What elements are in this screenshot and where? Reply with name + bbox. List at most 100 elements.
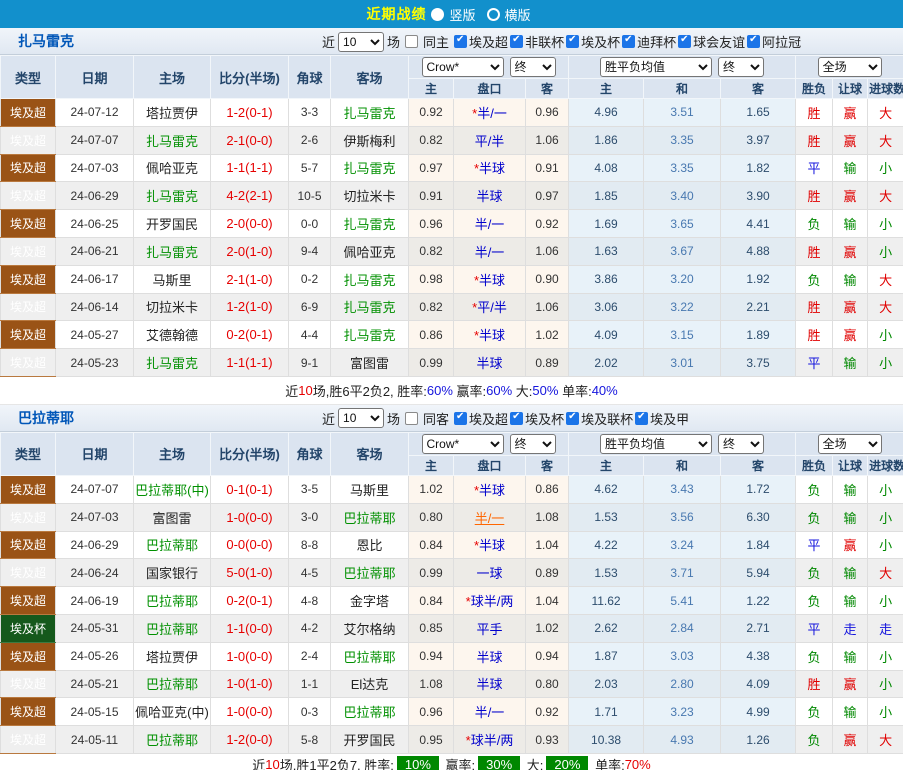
handicap-cell[interactable]: *平/半	[454, 293, 526, 321]
home-team-cell: 扎马雷克	[134, 349, 211, 377]
match-row: 埃及超24-06-24国家银行5-0(1-0)4-5巴拉蒂耶0.99一球0.89…	[1, 559, 903, 587]
away-odds-cell: 1.06	[526, 126, 569, 154]
match-row: 埃及超24-06-17马斯里2-1(1-0)0-2扎马雷克0.98*半球0.90…	[1, 265, 903, 293]
avg-home-odds-cell: 4.09	[569, 321, 644, 349]
league-checkbox[interactable]	[635, 412, 648, 425]
match-date-cell: 24-05-21	[56, 670, 134, 698]
handicap-value: 半球	[476, 356, 502, 371]
league-checkbox[interactable]	[454, 35, 467, 48]
odds-company-select[interactable]: Crow*	[422, 434, 504, 454]
handicap-cell[interactable]: 半球	[454, 182, 526, 210]
away-team-cell: 艾尔格纳	[331, 614, 409, 642]
recent-count-select[interactable]: 10	[338, 408, 384, 428]
result-cell: 胜	[796, 321, 833, 349]
same-venue-label: 同客	[423, 409, 449, 428]
handicap-cell[interactable]: *半/一	[454, 99, 526, 127]
score-cell: 0-0(0-0)	[211, 531, 289, 559]
match-row: 埃及超24-06-29巴拉蒂耶0-0(0-0)8-8恩比0.84*半球1.044…	[1, 531, 903, 559]
odds-final-select[interactable]: 终	[510, 434, 556, 454]
league-checkbox[interactable]	[678, 35, 691, 48]
match-date-cell: 24-06-21	[56, 237, 134, 265]
away-odds-cell: 1.06	[526, 237, 569, 265]
handicap-cell[interactable]: 半球	[454, 642, 526, 670]
handicap-cell[interactable]: *半球	[454, 531, 526, 559]
handicap-cell[interactable]: 半/一	[454, 237, 526, 265]
corners-cell: 2-4	[289, 642, 331, 670]
avg-odds-select[interactable]: 胜平负均值	[600, 57, 712, 77]
col-home: 主场	[134, 432, 211, 475]
result-cell: 负	[796, 503, 833, 531]
odds-group-header: Crow* 终	[409, 432, 569, 455]
handicap-cell[interactable]: *半球	[454, 154, 526, 182]
away-odds-cell: 0.96	[526, 99, 569, 127]
handicap-cell[interactable]: 半/一	[454, 503, 526, 531]
same-venue-checkbox[interactable]	[405, 35, 418, 48]
avg-away-odds-cell: 1.26	[721, 726, 796, 754]
col-type: 类型	[1, 432, 56, 475]
avg-home-odds-cell: 1.63	[569, 237, 644, 265]
avg-home-odds-cell: 4.62	[569, 475, 644, 503]
summary-segment: 赢率:	[442, 755, 475, 770]
away-team-cell: 扎马雷克	[331, 321, 409, 349]
match-type-cell: 埃及超	[1, 99, 56, 127]
league-checkbox[interactable]	[622, 35, 635, 48]
corners-cell: 3-3	[289, 99, 331, 127]
handicap-cell[interactable]: *球半/两	[454, 726, 526, 754]
recent-count-select[interactable]: 10	[338, 32, 384, 52]
match-row: 埃及超24-06-29扎马雷克4-2(2-1)10-5切拉米卡0.91半球0.9…	[1, 182, 903, 210]
league-checkbox[interactable]	[566, 412, 579, 425]
col-type: 类型	[1, 56, 56, 99]
handicap-cell[interactable]: *球半/两	[454, 587, 526, 615]
handicap-cell[interactable]: *半球	[454, 475, 526, 503]
col-date: 日期	[56, 432, 134, 475]
handicap-cell[interactable]: 半/一	[454, 698, 526, 726]
match-date-cell: 24-07-03	[56, 154, 134, 182]
goals-result-cell: 小	[868, 154, 903, 182]
home-odds-cell: 0.82	[409, 126, 454, 154]
handicap-cell[interactable]: 平/半	[454, 126, 526, 154]
away-odds-cell: 1.02	[526, 321, 569, 349]
handicap-cell[interactable]: 一球	[454, 559, 526, 587]
handicap-cell[interactable]: 平手	[454, 614, 526, 642]
handicap-result-cell: 走	[833, 614, 868, 642]
result-cell: 负	[796, 265, 833, 293]
away-odds-cell: 0.89	[526, 559, 569, 587]
home-odds-cell: 0.91	[409, 182, 454, 210]
league-checkbox[interactable]	[510, 412, 523, 425]
horizontal-layout-radio[interactable]	[487, 8, 500, 21]
match-type-cell: 埃及杯	[1, 614, 56, 642]
avg-draw-odds-cell: 3.65	[644, 210, 721, 238]
league-label: 埃及超	[469, 409, 508, 428]
league-checkbox[interactable]	[747, 35, 760, 48]
avg-home-odds-cell: 1.85	[569, 182, 644, 210]
avg-odds-select[interactable]: 胜平负均值	[600, 434, 712, 454]
vertical-layout-radio[interactable]	[431, 8, 444, 21]
handicap-cell[interactable]: *半球	[454, 321, 526, 349]
avg-final-select[interactable]: 终	[718, 57, 764, 77]
handicap-cell[interactable]: 半球	[454, 670, 526, 698]
corners-cell: 3-5	[289, 475, 331, 503]
corners-cell: 0-0	[289, 210, 331, 238]
odds-final-select[interactable]: 终	[510, 57, 556, 77]
league-checkbox[interactable]	[566, 35, 579, 48]
score-cell: 1-0(1-0)	[211, 670, 289, 698]
away-team-cell: 伊斯梅利	[331, 126, 409, 154]
odds-company-select[interactable]: Crow*	[422, 57, 504, 77]
handicap-cell[interactable]: 半球	[454, 349, 526, 377]
league-checkbox[interactable]	[510, 35, 523, 48]
handicap-cell[interactable]: *半球	[454, 265, 526, 293]
scope-select[interactable]: 全场	[818, 434, 882, 454]
avg-draw-odds-cell: 3.35	[644, 154, 721, 182]
col-corner: 角球	[289, 56, 331, 99]
score-cell: 1-0(0-0)	[211, 503, 289, 531]
league-checkbox[interactable]	[454, 412, 467, 425]
same-venue-checkbox[interactable]	[405, 412, 418, 425]
match-type-cell: 埃及超	[1, 698, 56, 726]
handicap-cell[interactable]: 半/一	[454, 210, 526, 238]
away-odds-cell: 0.89	[526, 349, 569, 377]
scope-select[interactable]: 全场	[818, 57, 882, 77]
home-team-cell: 塔拉贾伊	[134, 99, 211, 127]
match-type-cell: 埃及超	[1, 642, 56, 670]
goals-result-cell: 小	[868, 698, 903, 726]
avg-final-select[interactable]: 终	[718, 434, 764, 454]
